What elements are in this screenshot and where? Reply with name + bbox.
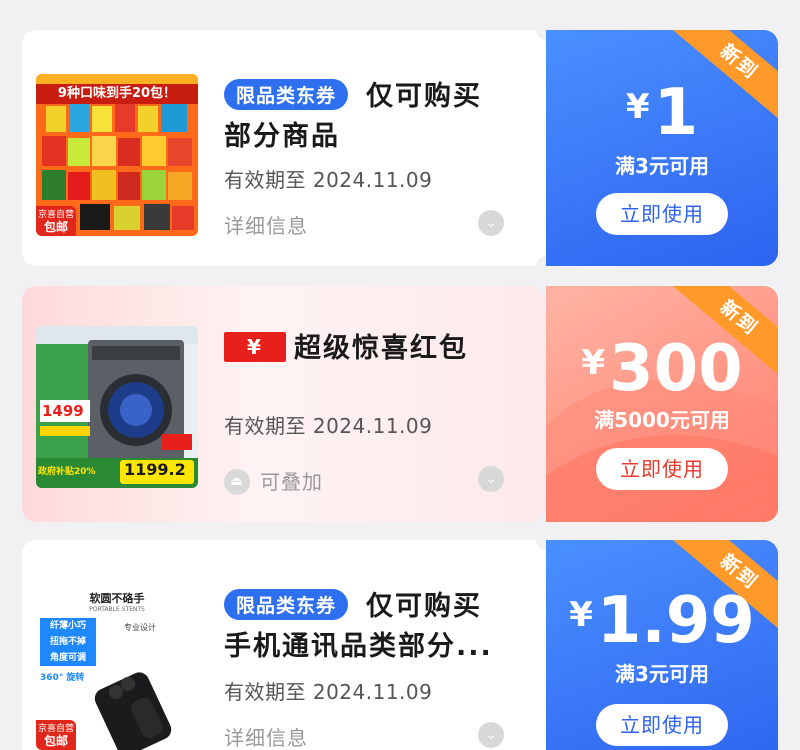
expiry-date: 有效期至 2024.11.09	[224, 680, 433, 704]
coupon-info-panel: 软圆不硌手 PORTABLE STENTS 专业设计 纤薄小巧 扭拖不掉 角度可…	[22, 540, 546, 750]
thumbnail-feature-list: 纤薄小巧 扭拖不掉 角度可调	[40, 618, 96, 666]
product-thumbnail[interactable]: 软圆不硌手 PORTABLE STENTS 专业设计 纤薄小巧 扭拖不掉 角度可…	[36, 580, 198, 750]
self-operated-badge: 京喜自营 包邮	[36, 720, 76, 750]
coupon-info-panel: 9种口味到手20包！ 京喜自营 包邮 限品类东券 仅可购买 部分商品 有效期至 2…	[22, 30, 546, 266]
use-now-button[interactable]: 立即使用	[596, 448, 728, 490]
thumbnail-final-price: 1199.2	[124, 460, 186, 479]
red-packet-tag: ¥	[224, 332, 286, 362]
coupon-amount: ¥300	[546, 332, 778, 406]
thumbnail-rotate: 360° 旋转	[40, 673, 85, 683]
thumbnail-subtitle: PORTABLE STENTS	[89, 606, 145, 613]
use-now-button[interactable]: 立即使用	[596, 193, 728, 235]
coupon-value-panel: 新到 ¥1.99 满3元可用 立即使用	[546, 540, 778, 750]
product-thumbnail[interactable]: 1499 1199.2 政府补贴20%	[36, 326, 198, 488]
chevron-down-icon[interactable]: ⌄	[478, 210, 504, 236]
chevron-down-icon[interactable]: ⌄	[478, 466, 504, 492]
coupon-card: 1499 1199.2 政府补贴20% ¥ 超级惊喜红包 有效期至 2024.11…	[22, 276, 778, 532]
amount-value: 1	[653, 76, 699, 150]
coupon-value-panel: 新到 ¥1 满3元可用 立即使用	[546, 30, 778, 266]
thumbnail-design: 专业设计	[124, 623, 156, 632]
coupon-title-line2: 手机通讯品类部分...	[224, 631, 493, 662]
feature-item: 角度可调	[49, 653, 86, 663]
badge-top-text: 京喜自营	[37, 724, 74, 734]
feature-item: 扭拖不掉	[49, 637, 86, 647]
stackable-text: 可叠加	[260, 470, 323, 494]
badge-bottom-text: 包邮	[43, 734, 68, 748]
usage-condition: 满3元可用	[615, 154, 709, 178]
coupon-amount: ¥1.99	[546, 584, 778, 658]
detail-info-link[interactable]: 详细信息	[224, 210, 308, 239]
title-text: 超级惊喜红包	[294, 333, 468, 364]
badge-top-text: 京喜自营	[37, 210, 74, 220]
stack-icon: ⏏	[224, 468, 250, 495]
self-operated-badge: 京喜自营 包邮	[36, 206, 76, 236]
coupon-card: 9种口味到手20包！ 京喜自营 包邮 限品类东券 仅可购买 部分商品 有效期至 2…	[22, 20, 778, 276]
chevron-down-icon[interactable]: ⌄	[478, 722, 504, 748]
amount-value: 1.99	[596, 584, 755, 658]
category-tag: 限品类东券	[224, 589, 349, 620]
coupon-amount: ¥1	[546, 76, 778, 150]
currency-symbol: ¥	[625, 87, 650, 127]
badge-bottom-text: 包邮	[43, 220, 68, 234]
amount-value: 300	[609, 332, 743, 406]
product-thumbnail[interactable]: 9种口味到手20包！ 京喜自营 包邮	[36, 74, 198, 236]
currency-symbol: ¥	[569, 595, 593, 635]
feature-item: 纤薄小巧	[49, 621, 86, 631]
coupon-card: 软圆不硌手 PORTABLE STENTS 专业设计 纤薄小巧 扭拖不掉 角度可…	[22, 530, 778, 750]
usage-condition: 满3元可用	[615, 662, 709, 686]
coupon-info-panel: 1499 1199.2 政府补贴20% ¥ 超级惊喜红包 有效期至 2024.11…	[22, 286, 546, 522]
currency-symbol: ¥	[581, 343, 606, 383]
coupon-title-line1: 限品类东券 仅可购买	[224, 74, 482, 113]
usage-condition: 满5000元可用	[594, 408, 730, 432]
expiry-date: 有效期至 2024.11.09	[224, 168, 433, 192]
coupon-title-line2: 部分商品	[224, 121, 340, 152]
title-text: 仅可购买	[366, 81, 483, 112]
thumbnail-title: 软圆不硌手	[89, 592, 145, 605]
detail-info-link[interactable]: 详细信息	[224, 722, 308, 750]
coupon-title-line1: 限品类东券 仅可购买	[224, 584, 482, 623]
coupon-value-panel: 新到 ¥300 满5000元可用 立即使用	[546, 286, 778, 522]
title-text: 仅可购买	[366, 591, 483, 622]
thumbnail-price: 1499	[42, 402, 84, 420]
stackable-label: ⏏ 可叠加	[224, 466, 323, 497]
expiry-date: 有效期至 2024.11.09	[224, 414, 433, 438]
thumbnail-banner: 9种口味到手20包！	[57, 86, 177, 101]
coupon-title-line1: ¥ 超级惊喜红包	[224, 326, 468, 365]
use-now-button[interactable]: 立即使用	[596, 704, 728, 746]
thumbnail-subsidy: 政府补贴20%	[38, 467, 96, 477]
category-tag: 限品类东券	[224, 79, 349, 110]
